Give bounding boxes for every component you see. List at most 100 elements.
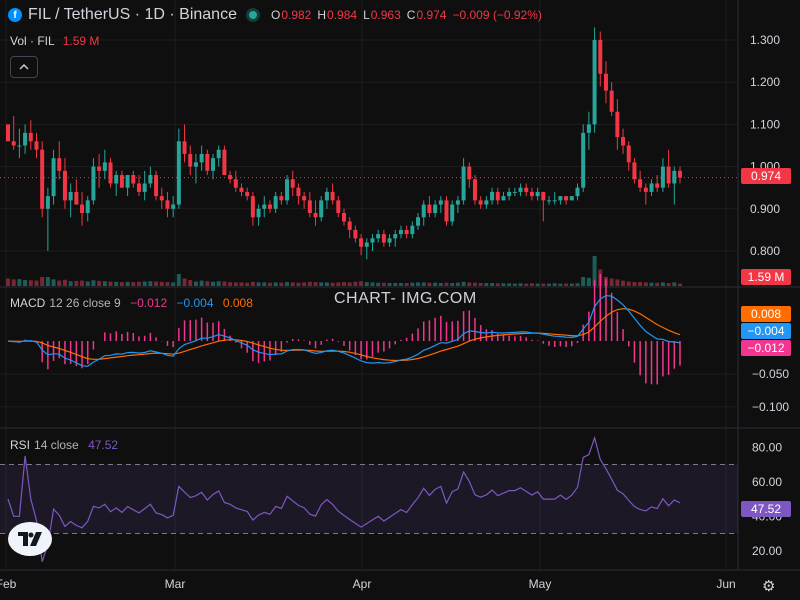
- volume-bar: [34, 280, 39, 286]
- candle-body: [507, 191, 512, 197]
- rsi-tick-label: 20.00: [752, 544, 782, 558]
- candle-body: [108, 162, 113, 184]
- candle-body: [376, 234, 381, 239]
- volume-bar: [535, 283, 540, 286]
- volume-value: 1.59 M: [62, 34, 100, 48]
- volume-bar: [347, 282, 352, 286]
- candle-body: [649, 183, 654, 192]
- rsi-value: 47.52: [88, 438, 119, 452]
- candle-body: [603, 73, 608, 91]
- candle-body: [381, 234, 386, 243]
- candle-body: [450, 204, 455, 222]
- volume-bar: [148, 281, 153, 286]
- macd-hist-value: −0.012: [130, 296, 168, 310]
- candle-body: [97, 166, 102, 171]
- candle-body: [581, 132, 586, 188]
- volume-legend[interactable]: Vol · FIL 1.59 M: [10, 34, 99, 48]
- candle-body: [40, 149, 45, 209]
- candle-body: [643, 187, 648, 192]
- candle-body: [74, 191, 79, 205]
- candle-body: [211, 158, 216, 171]
- candle-body: [666, 166, 671, 184]
- candle-body: [125, 175, 130, 188]
- candle-body: [404, 229, 409, 235]
- x-tick-label: Apr: [353, 577, 372, 591]
- candle-body: [564, 196, 569, 201]
- volume-bar: [165, 282, 170, 286]
- close-label: C: [406, 8, 416, 22]
- candle-body: [154, 175, 159, 197]
- candle-body: [398, 229, 403, 235]
- macd-line-tag: −0.004: [741, 323, 791, 339]
- volume-bar: [666, 283, 671, 286]
- volume-bar: [638, 282, 643, 286]
- candle-body: [342, 213, 346, 222]
- candle-body: [165, 200, 170, 209]
- candle-body: [302, 196, 307, 201]
- tradingview-logo-icon[interactable]: [8, 522, 52, 556]
- volume-bar: [154, 281, 159, 286]
- candle-body: [444, 200, 449, 222]
- volume-bar: [91, 280, 96, 286]
- symbol-title[interactable]: FIL / TetherUS · 1D · Binance: [28, 6, 237, 24]
- price-tick-label: 1.300: [750, 33, 780, 47]
- candle-body: [347, 221, 352, 230]
- volume-bar: [490, 283, 495, 286]
- volume-bar: [433, 282, 438, 286]
- candle-body: [393, 234, 398, 239]
- candle-body: [85, 200, 90, 214]
- watermark-text: CHART- IMG.COM: [334, 290, 477, 307]
- rsi-tick-label: 60.00: [752, 475, 782, 489]
- volume-bar: [643, 282, 648, 286]
- volume-bar: [404, 283, 409, 286]
- macd-params: 12 26 close 9: [49, 296, 121, 310]
- volume-bar: [495, 283, 500, 286]
- macd-legend[interactable]: MACD 12 26 close 9 −0.012 −0.004 0.008: [10, 296, 253, 310]
- volume-bar: [307, 281, 312, 286]
- macd-label: MACD: [10, 296, 46, 310]
- candle-body: [472, 179, 477, 201]
- volume-bar: [455, 282, 460, 286]
- candle-body: [535, 191, 540, 197]
- volume-bar: [233, 282, 238, 286]
- volume-bar: [364, 282, 369, 286]
- volume-bar: [159, 281, 164, 286]
- volume-bar: [478, 283, 483, 286]
- candle-body: [592, 40, 597, 125]
- open-value: 0.982: [281, 8, 312, 22]
- volume-bar: [370, 282, 375, 286]
- change-value: −0.009 (−0.92%): [452, 8, 542, 22]
- volume-tag: 1.59 M: [741, 269, 791, 285]
- volume-bar: [632, 282, 637, 286]
- volume-label: Vol · FIL: [10, 34, 55, 48]
- volume-bar: [245, 282, 250, 286]
- volume-bar: [359, 281, 364, 286]
- candle-body: [678, 170, 682, 178]
- candle-body: [370, 238, 375, 243]
- volume-bar: [17, 279, 22, 286]
- candle-body: [91, 166, 96, 201]
- candle-body: [114, 175, 119, 184]
- candle-body: [159, 196, 164, 201]
- volume-bar: [11, 279, 16, 286]
- candle-body: [148, 175, 153, 184]
- settings-gear-icon[interactable]: ⚙: [762, 577, 775, 595]
- candle-body: [290, 179, 295, 188]
- rsi-params: 14 close: [34, 438, 79, 452]
- volume-bar: [472, 282, 477, 286]
- volume-bar: [678, 283, 682, 286]
- volume-bar: [285, 282, 290, 286]
- volume-bar: [313, 282, 318, 286]
- volume-bar: [74, 280, 79, 286]
- candle-body: [17, 145, 22, 147]
- collapse-chevron-up-icon[interactable]: [10, 56, 38, 78]
- volume-bar: [199, 280, 204, 286]
- volume-bar: [250, 281, 255, 286]
- candle-body: [319, 200, 324, 218]
- rsi-legend[interactable]: RSI 14 close 47.52: [10, 438, 118, 452]
- candle-body: [23, 132, 28, 146]
- volume-bar: [142, 281, 147, 286]
- volume-bar: [85, 281, 90, 286]
- close-value: 0.974: [416, 8, 447, 22]
- macd-signal-tag: 0.008: [741, 306, 791, 322]
